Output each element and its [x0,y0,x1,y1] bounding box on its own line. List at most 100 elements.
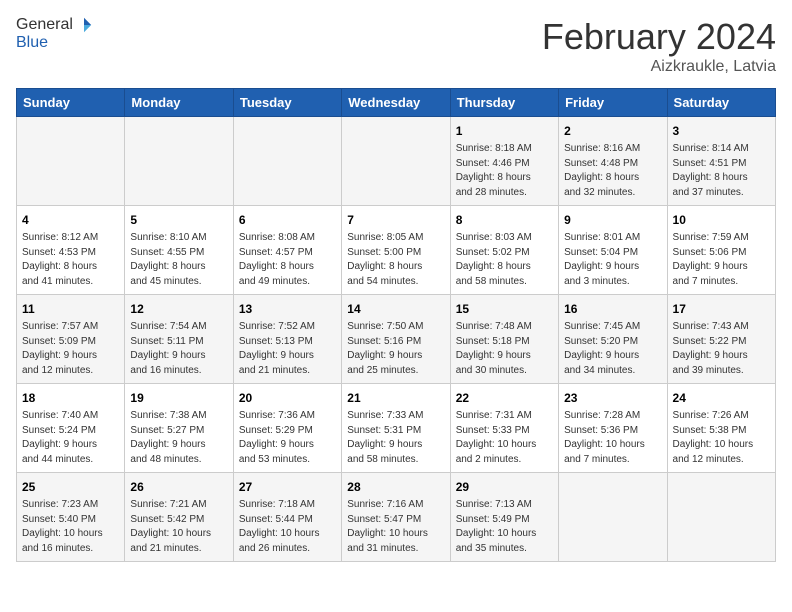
calendar-cell: 22Sunrise: 7:31 AM Sunset: 5:33 PM Dayli… [450,384,558,473]
day-number: 23 [564,389,661,407]
calendar-week-row: 25 Sunrise: 7:23 AM Sunset: 5:40 PM Dayli… [17,473,776,562]
day-number: 17 [673,300,770,318]
day-of-week-header: Sunday [17,89,125,117]
day-info: Sunrise: 7:36 AM Sunset: 5:29 PM Dayligh… [239,409,336,467]
day-number: 20 [239,389,336,407]
day-number: 5 [130,211,227,229]
calendar-cell: 29 Sunrise: 7:13 AM Sunset: 5:49 PM Dayli… [450,473,558,562]
calendar-cell: 8 Sunrise: 8:03 AM Sunset: 5:02 PM Daylig… [450,206,558,295]
header: General Blue February 2024 Aizkraukle, L… [16,16,776,76]
calendar-cell: 21Sunrise: 7:33 AM Sunset: 5:31 PM Dayli… [342,384,450,473]
day-info: Sunrise: 7:40 AM Sunset: 5:24 PM Dayligh… [22,409,119,467]
day-info: Sunrise: 8:03 AM Sunset: 5:02 PM Dayligh… [456,231,553,289]
calendar-cell: 3 Sunrise: 8:14 AM Sunset: 4:51 PM Daylig… [667,117,775,206]
day-number: 14 [347,300,444,318]
calendar-cell: 11Sunrise: 7:57 AM Sunset: 5:09 PM Dayli… [17,295,125,384]
calendar-cell: 19 Sunrise: 7:38 AM Sunset: 5:27 PM Dayli… [125,384,233,473]
day-of-week-header: Friday [559,89,667,117]
day-info: Sunrise: 7:31 AM Sunset: 5:33 PM Dayligh… [456,409,553,467]
day-number: 27 [239,478,336,496]
calendar-cell [17,117,125,206]
day-info: Sunrise: 7:21 AM Sunset: 5:42 PM Dayligh… [130,498,227,556]
day-info: Sunrise: 7:13 AM Sunset: 5:49 PM Dayligh… [456,498,553,556]
day-number: 28 [347,478,444,496]
day-number: 13 [239,300,336,318]
day-number: 15 [456,300,553,318]
month-year-title: February 2024 [542,16,776,58]
day-info: Sunrise: 7:52 AM Sunset: 5:13 PM Dayligh… [239,320,336,378]
day-info: Sunrise: 7:16 AM Sunset: 5:47 PM Dayligh… [347,498,444,556]
calendar-cell: 5Sunrise: 8:10 AM Sunset: 4:55 PM Daylig… [125,206,233,295]
day-number: 6 [239,211,336,229]
logo-general-text: General [16,16,73,34]
calendar-cell: 10Sunrise: 7:59 AM Sunset: 5:06 PM Dayli… [667,206,775,295]
calendar-cell: 14 Sunrise: 7:50 AM Sunset: 5:16 PM Dayli… [342,295,450,384]
day-number: 2 [564,122,661,140]
calendar-week-row: 1 Sunrise: 8:18 AM Sunset: 4:46 PM Daylig… [17,117,776,206]
day-info: Sunrise: 8:16 AM Sunset: 4:48 PM Dayligh… [564,142,661,200]
day-number: 10 [673,211,770,229]
day-number: 18 [22,389,119,407]
title-section: February 2024 Aizkraukle, Latvia [542,16,776,76]
calendar-cell: 28 Sunrise: 7:16 AM Sunset: 5:47 PM Dayli… [342,473,450,562]
calendar-week-row: 4 Sunrise: 8:12 AM Sunset: 4:53 PM Daylig… [17,206,776,295]
day-number: 29 [456,478,553,496]
calendar-cell: 2 Sunrise: 8:16 AM Sunset: 4:48 PM Daylig… [559,117,667,206]
day-number: 1 [456,122,553,140]
calendar-cell: 6 Sunrise: 8:08 AM Sunset: 4:57 PM Daylig… [233,206,341,295]
day-number: 7 [347,211,444,229]
calendar-week-row: 18 Sunrise: 7:40 AM Sunset: 5:24 PM Dayli… [17,384,776,473]
day-info: Sunrise: 7:57 AM Sunset: 5:09 PM Dayligh… [22,320,119,378]
calendar-cell [667,473,775,562]
day-number: 3 [673,122,770,140]
day-of-week-header: Wednesday [342,89,450,117]
day-info: Sunrise: 7:26 AM Sunset: 5:38 PM Dayligh… [673,409,770,467]
day-info: Sunrise: 8:01 AM Sunset: 5:04 PM Dayligh… [564,231,661,289]
calendar-cell: 15 Sunrise: 7:48 AM Sunset: 5:18 PM Dayli… [450,295,558,384]
day-info: Sunrise: 7:50 AM Sunset: 5:16 PM Dayligh… [347,320,444,378]
day-number: 9 [564,211,661,229]
day-info: Sunrise: 7:48 AM Sunset: 5:18 PM Dayligh… [456,320,553,378]
day-info: Sunrise: 7:45 AM Sunset: 5:20 PM Dayligh… [564,320,661,378]
calendar-cell: 13 Sunrise: 7:52 AM Sunset: 5:13 PM Dayli… [233,295,341,384]
day-info: Sunrise: 8:08 AM Sunset: 4:57 PM Dayligh… [239,231,336,289]
calendar-cell: 7 Sunrise: 8:05 AM Sunset: 5:00 PM Daylig… [342,206,450,295]
calendar-cell: 18 Sunrise: 7:40 AM Sunset: 5:24 PM Dayli… [17,384,125,473]
location-subtitle: Aizkraukle, Latvia [542,58,776,76]
calendar-cell [233,117,341,206]
calendar-cell: 17 Sunrise: 7:43 AM Sunset: 5:22 PM Dayli… [667,295,775,384]
day-info: Sunrise: 7:23 AM Sunset: 5:40 PM Dayligh… [22,498,119,556]
day-info: Sunrise: 7:43 AM Sunset: 5:22 PM Dayligh… [673,320,770,378]
day-of-week-header: Monday [125,89,233,117]
calendar-cell: 4 Sunrise: 8:12 AM Sunset: 4:53 PM Daylig… [17,206,125,295]
calendar-cell: 12 Sunrise: 7:54 AM Sunset: 5:11 PM Dayli… [125,295,233,384]
day-number: 16 [564,300,661,318]
day-info: Sunrise: 8:18 AM Sunset: 4:46 PM Dayligh… [456,142,553,200]
day-info: Sunrise: 7:18 AM Sunset: 5:44 PM Dayligh… [239,498,336,556]
calendar-table: SundayMondayTuesdayWednesdayThursdayFrid… [16,88,776,562]
logo: General Blue [16,16,93,52]
day-number: 19 [130,389,227,407]
calendar-header-row: SundayMondayTuesdayWednesdayThursdayFrid… [17,89,776,117]
day-number: 4 [22,211,119,229]
day-info: Sunrise: 7:54 AM Sunset: 5:11 PM Dayligh… [130,320,227,378]
day-number: 8 [456,211,553,229]
calendar-cell: 24Sunrise: 7:26 AM Sunset: 5:38 PM Dayli… [667,384,775,473]
calendar-cell: 23Sunrise: 7:28 AM Sunset: 5:36 PM Dayli… [559,384,667,473]
day-info: Sunrise: 8:14 AM Sunset: 4:51 PM Dayligh… [673,142,770,200]
calendar-cell: 1 Sunrise: 8:18 AM Sunset: 4:46 PM Daylig… [450,117,558,206]
calendar-cell: 16 Sunrise: 7:45 AM Sunset: 5:20 PM Dayli… [559,295,667,384]
calendar-week-row: 11Sunrise: 7:57 AM Sunset: 5:09 PM Dayli… [17,295,776,384]
day-of-week-header: Tuesday [233,89,341,117]
calendar-cell: 20 Sunrise: 7:36 AM Sunset: 5:29 PM Dayli… [233,384,341,473]
day-info: Sunrise: 8:12 AM Sunset: 4:53 PM Dayligh… [22,231,119,289]
day-number: 12 [130,300,227,318]
day-info: Sunrise: 8:05 AM Sunset: 5:00 PM Dayligh… [347,231,444,289]
calendar-cell: 26Sunrise: 7:21 AM Sunset: 5:42 PM Dayli… [125,473,233,562]
calendar-cell [559,473,667,562]
day-info: Sunrise: 7:38 AM Sunset: 5:27 PM Dayligh… [130,409,227,467]
calendar-cell [125,117,233,206]
logo-flag-icon [75,16,93,34]
day-number: 25 [22,478,119,496]
day-info: Sunrise: 7:33 AM Sunset: 5:31 PM Dayligh… [347,409,444,467]
